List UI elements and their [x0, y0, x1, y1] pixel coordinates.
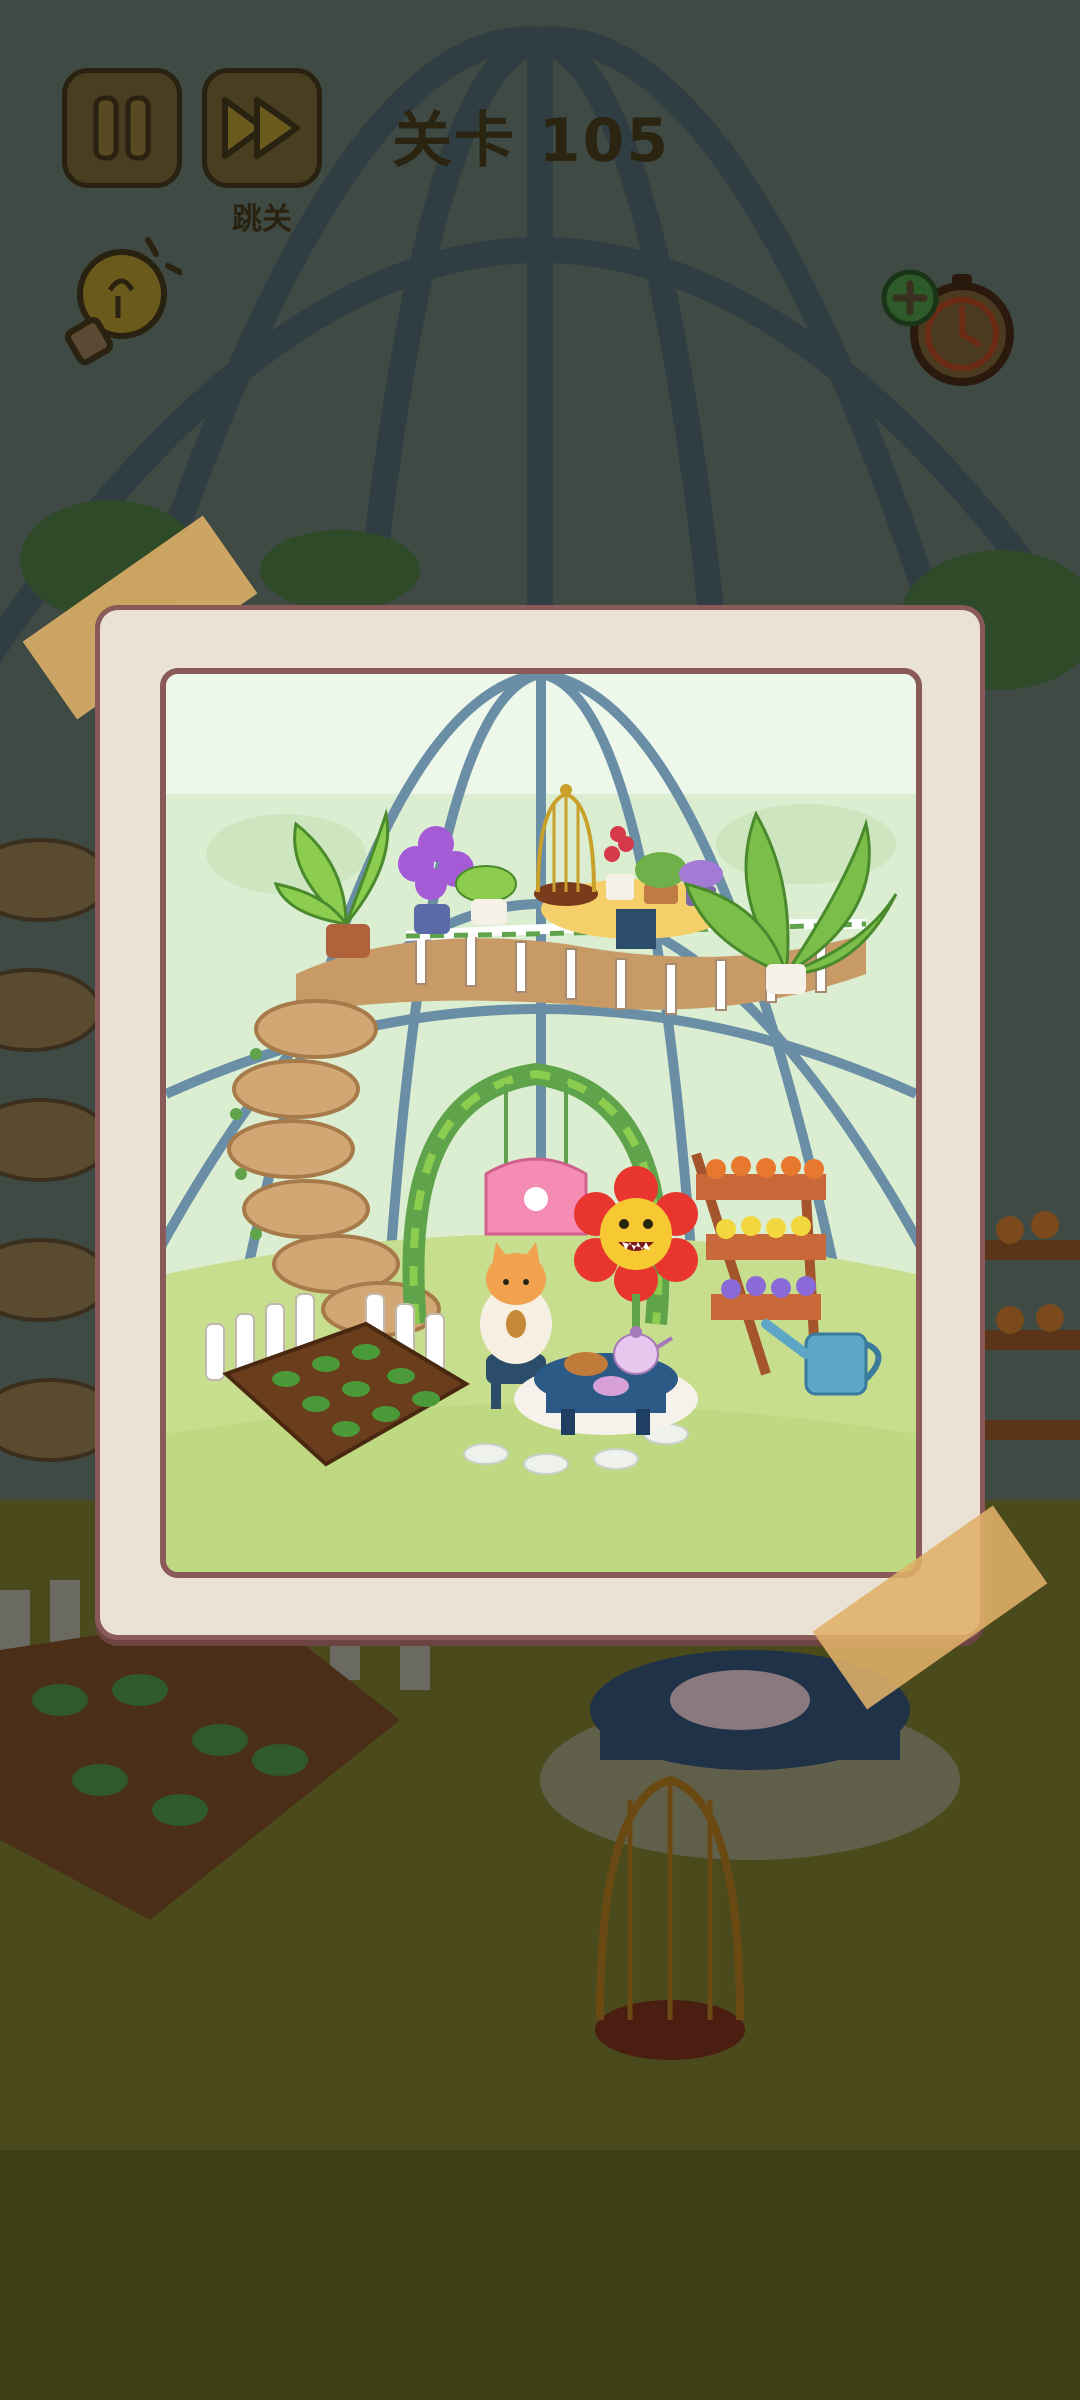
- skip-level-button[interactable]: [202, 68, 322, 188]
- pause-icon: [93, 95, 151, 161]
- add-time-button[interactable]: [880, 262, 1020, 392]
- level-title: 关卡 105: [392, 106, 671, 176]
- greenhouse-scene-illustration: [166, 674, 916, 1572]
- pause-button[interactable]: [62, 68, 182, 188]
- add-time-clock-icon: [881, 269, 1014, 386]
- hint-button[interactable]: [62, 232, 183, 372]
- skip-level-label: 跳关: [232, 202, 292, 237]
- fast-forward-icon: [222, 97, 300, 159]
- lightbulb-hint-icon: [64, 237, 183, 366]
- greenhouse-picture[interactable]: [160, 668, 922, 1578]
